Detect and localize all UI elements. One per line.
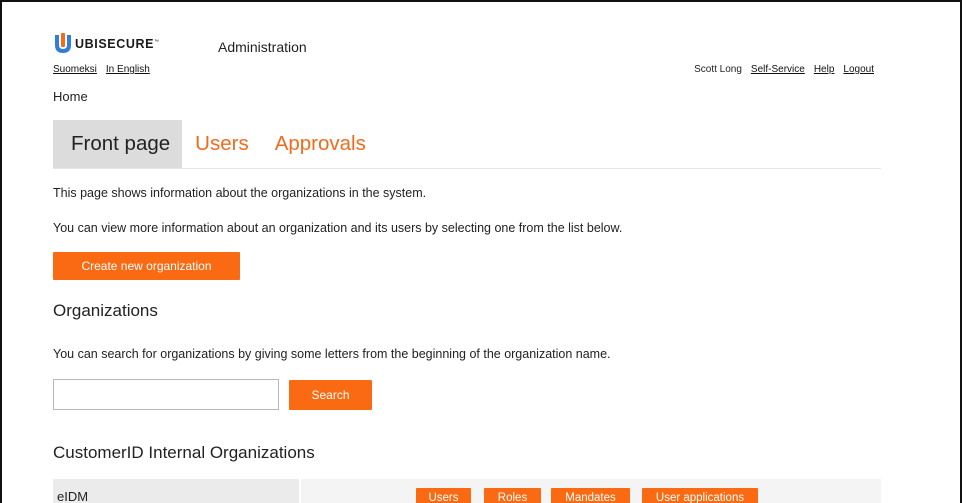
org-users-button[interactable]: Users [416,488,471,503]
tab-front-page[interactable]: Front page [53,120,183,168]
user-nav: Scott Long Self-Service Help Logout [694,64,874,75]
help-link[interactable]: Help [814,64,835,75]
organization-actions: Users Roles Mandates User applications [301,479,881,503]
org-mandates-button[interactable]: Mandates [551,488,630,503]
search-help-text: You can search for organizations by givi… [53,347,611,361]
search-button[interactable]: Search [289,380,372,410]
tab-users[interactable]: Users [182,120,262,168]
org-user-applications-button[interactable]: User applications [642,488,758,503]
breadcrumb: Home [53,89,88,104]
self-service-link[interactable]: Self-Service [751,64,805,75]
organization-name[interactable]: eIDM [53,479,299,503]
internal-organizations-heading: CustomerID Internal Organizations [53,443,315,462]
intro-text-2: You can view more information about an o… [53,221,623,235]
organization-row: eIDM Users Roles Mandates User applicati… [53,479,881,503]
lang-finnish-link[interactable]: Suomeksi [53,64,97,75]
intro-text-1: This page shows information about the or… [53,186,427,200]
user-name: Scott Long [694,64,742,75]
language-switcher: Suomeksi In English [53,64,150,75]
tab-approvals[interactable]: Approvals [262,120,379,168]
create-organization-button[interactable]: Create new organization [53,252,240,280]
logo-text: UBISECURE™ [75,37,160,51]
app-window: UBISECURE™ Administration Suomeksi In En… [0,0,962,503]
org-roles-button[interactable]: Roles [484,488,541,503]
app-title: Administration [218,39,307,55]
organizations-heading: Organizations [53,301,158,320]
main-tabs: Front page Users Approvals [53,120,881,169]
logout-link[interactable]: Logout [843,64,874,75]
organization-search-input[interactable] [53,379,279,410]
lang-english-link[interactable]: In English [106,64,150,75]
ubisecure-logo: UBISECURE™ [53,33,160,55]
ubisecure-u-logo-icon [55,33,71,53]
